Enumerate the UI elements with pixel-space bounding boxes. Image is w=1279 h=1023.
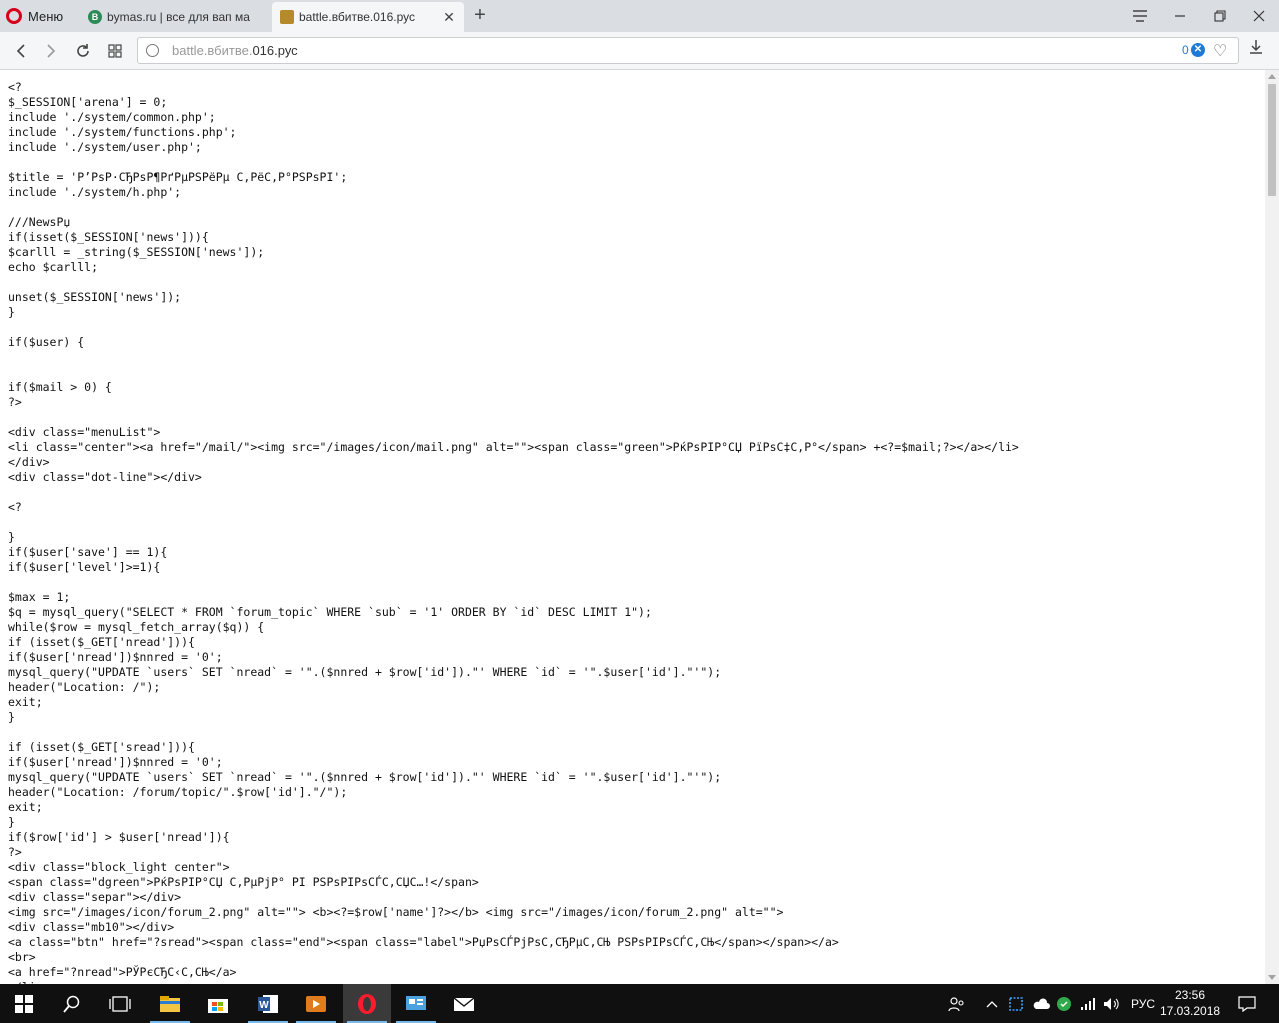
- store-icon: [208, 998, 228, 1013]
- scroll-down-icon[interactable]: [1268, 975, 1276, 980]
- system-clock[interactable]: 23:56 17.03.2018: [1160, 987, 1220, 1019]
- adblock-icon[interactable]: ✕: [1191, 43, 1205, 57]
- tab-bymas[interactable]: B bymas.ru | все для вап ма: [80, 2, 270, 32]
- task-view-button[interactable]: [96, 984, 144, 1023]
- input-language[interactable]: РУС: [1131, 984, 1155, 1023]
- control-panel-icon: [406, 995, 426, 1010]
- media-player-button[interactable]: [292, 984, 340, 1023]
- opera-menu-button[interactable]: Меню: [0, 0, 78, 32]
- menu-label: Меню: [28, 8, 64, 24]
- show-hidden-icons-icon[interactable]: [986, 984, 998, 1023]
- battle-favicon-icon: [280, 10, 294, 24]
- search-button[interactable]: [48, 984, 96, 1023]
- globe-icon: [146, 44, 159, 57]
- file-explorer-button[interactable]: [146, 984, 194, 1023]
- volume-icon[interactable]: [1103, 984, 1121, 1023]
- bymas-favicon-icon: B: [88, 10, 102, 24]
- download-icon[interactable]: [1249, 39, 1263, 58]
- url-prefix: battle.вбитве.: [172, 43, 253, 58]
- people-icon[interactable]: [948, 984, 966, 1023]
- clock-date: 17.03.2018: [1160, 1004, 1221, 1018]
- forward-icon[interactable]: [38, 38, 64, 64]
- word-icon: W: [258, 994, 278, 1013]
- onedrive-icon[interactable]: [1032, 984, 1050, 1023]
- windows-logo-icon: [15, 994, 33, 1013]
- control-panel-button[interactable]: [392, 984, 440, 1023]
- vertical-scrollbar[interactable]: [1265, 70, 1279, 984]
- restore-icon[interactable]: [1200, 0, 1240, 32]
- opera-logo-icon: [6, 8, 22, 24]
- url-text[interactable]: battle.вбитве.016.рус: [172, 43, 298, 58]
- tab-battle[interactable]: battle.вбитве.016.рус ✕: [272, 2, 464, 32]
- bookmark-heart-icon[interactable]: ♡: [1213, 41, 1227, 61]
- minimize-icon[interactable]: [1160, 0, 1200, 32]
- clock-time: 23:56: [1174, 988, 1206, 1002]
- page-content: <? $_SESSION['arena'] = 0; include './sy…: [0, 70, 1265, 984]
- close-window-icon[interactable]: [1239, 0, 1279, 32]
- mail-icon: [453, 996, 475, 1011]
- windows-taskbar: W РУС 23:56 17.03.2018: [0, 984, 1279, 1023]
- address-bar[interactable]: battle.вбитве.016.рус 0 ✕ ♡: [137, 37, 1239, 64]
- start-button[interactable]: [0, 984, 48, 1023]
- scroll-thumb[interactable]: [1268, 84, 1276, 196]
- scroll-up-icon[interactable]: [1268, 74, 1276, 79]
- svg-text:W: W: [259, 1000, 269, 1011]
- opera-taskbar-button[interactable]: [343, 984, 391, 1023]
- folder-icon: [160, 995, 180, 1012]
- reload-icon[interactable]: [70, 38, 96, 64]
- opera-icon: [358, 993, 376, 1014]
- tab-menu-icon[interactable]: [1120, 0, 1160, 32]
- tab-title: battle.вбитве.016.рус: [299, 10, 416, 24]
- action-center-icon[interactable]: [1238, 984, 1256, 1023]
- antivirus-icon[interactable]: [1056, 984, 1072, 1023]
- search-icon: [63, 995, 80, 1013]
- speed-dial-icon[interactable]: [102, 38, 128, 64]
- tab-strip: Меню B bymas.ru | все для вап ма battle.…: [0, 0, 1279, 32]
- tab-title: bymas.ru | все для вап ма: [107, 10, 250, 24]
- network-icon[interactable]: [1080, 984, 1096, 1023]
- media-player-icon: [306, 995, 326, 1012]
- navigation-toolbar: battle.вбитве.016.рус 0 ✕ ♡: [0, 32, 1279, 70]
- source-code-text: <? $_SESSION['arena'] = 0; include './sy…: [8, 80, 1019, 984]
- close-tab-icon[interactable]: ✕: [442, 9, 456, 26]
- adblock-count: 0: [1182, 43, 1189, 57]
- screenshot-tool-icon[interactable]: [1008, 984, 1024, 1023]
- store-button[interactable]: [194, 984, 242, 1023]
- back-icon[interactable]: [8, 38, 34, 64]
- word-button[interactable]: W: [244, 984, 292, 1023]
- task-view-icon: [109, 995, 131, 1012]
- new-tab-button[interactable]: +: [470, 4, 490, 28]
- url-host: 016.рус: [252, 43, 298, 58]
- mail-button[interactable]: [440, 984, 488, 1023]
